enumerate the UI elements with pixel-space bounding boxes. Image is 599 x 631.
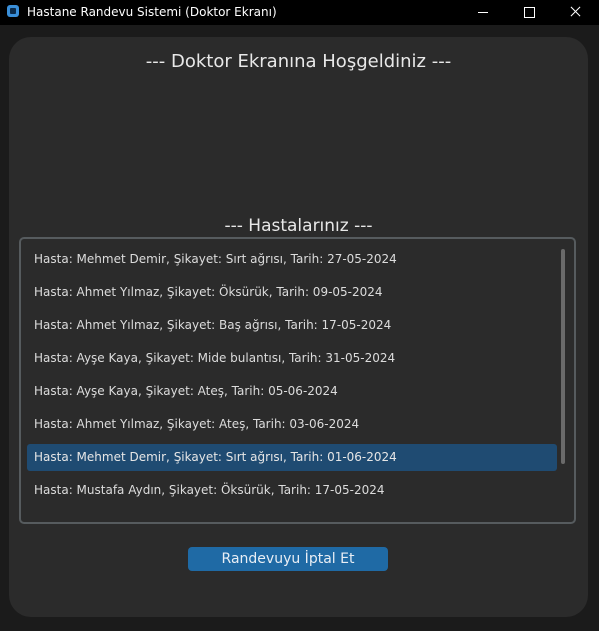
patients-heading: --- Hastalarınız ---	[224, 216, 373, 236]
cancel-appointment-button[interactable]: Randevuyu İptal Et	[188, 547, 388, 571]
minimize-icon	[478, 12, 488, 13]
list-item[interactable]: Hasta: Ahmet Yılmaz, Şikayet: Ateş, Tari…	[27, 411, 557, 438]
maximize-icon	[524, 7, 535, 18]
app-icon	[7, 5, 19, 17]
list-item[interactable]: Hasta: Mustafa Aydın, Şikayet: Öksürük, …	[27, 477, 557, 504]
minimize-button[interactable]	[460, 0, 506, 25]
list-item[interactable]: Hasta: Ayşe Kaya, Şikayet: Mide bulantıs…	[27, 345, 557, 372]
appointments-listbox[interactable]: Hasta: Mehmet Demir, Şikayet: Sırt ağrıs…	[19, 237, 576, 524]
list-item-selected[interactable]: Hasta: Mehmet Demir, Şikayet: Sırt ağrıs…	[27, 444, 557, 471]
list-item[interactable]: Hasta: Mehmet Demir, Şikayet: Sırt ağrıs…	[27, 246, 557, 273]
app-window: Hastane Randevu Sistemi (Doktor Ekranı) …	[0, 0, 599, 631]
list-item[interactable]: Hasta: Ahmet Yılmaz, Şikayet: Öksürük, T…	[27, 279, 557, 306]
scrollbar-thumb[interactable]	[561, 249, 565, 464]
list-item[interactable]: Hasta: Ayşe Kaya, Şikayet: Ateş, Tarih: …	[27, 378, 557, 405]
window-title: Hastane Randevu Sistemi (Doktor Ekranı)	[27, 5, 277, 19]
welcome-heading: --- Doktor Ekranına Hoşgeldiniz ---	[145, 51, 452, 72]
close-button[interactable]	[552, 0, 598, 25]
main-panel: --- Doktor Ekranına Hoşgeldiniz --- --- …	[9, 37, 588, 617]
maximize-button[interactable]	[506, 0, 552, 25]
list-item[interactable]: Hasta: Ahmet Yılmaz, Şikayet: Baş ağrısı…	[27, 312, 557, 339]
title-bar[interactable]: Hastane Randevu Sistemi (Doktor Ekranı)	[0, 0, 599, 25]
